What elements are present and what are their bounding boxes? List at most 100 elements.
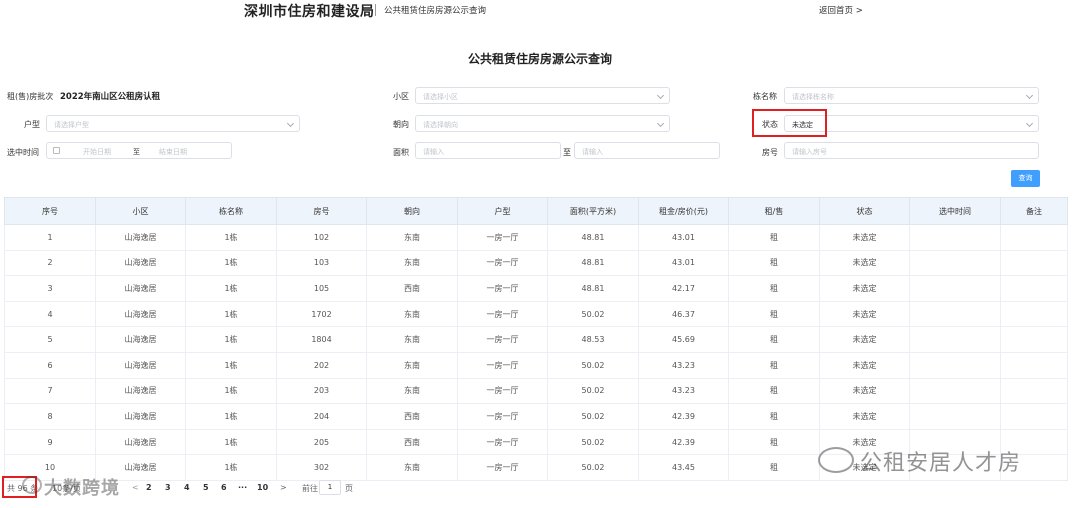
table-cell: 50.02 xyxy=(547,403,639,430)
area-min-input[interactable]: 请输入 xyxy=(415,142,561,159)
area-max-input[interactable]: 请输入 xyxy=(574,142,720,159)
unit-type-select[interactable]: 请选择户型 xyxy=(46,115,300,132)
col-header: 朝向 xyxy=(366,197,458,225)
goto-page-input[interactable]: 1 xyxy=(319,480,341,495)
table-cell: 9 xyxy=(4,428,96,456)
table-cell: 50.02 xyxy=(547,351,639,379)
table-cell: 未选定 xyxy=(819,403,910,430)
community-label: 小区 xyxy=(393,92,409,101)
chevron-down-icon xyxy=(656,119,665,128)
table-cell: 一房一厅 xyxy=(457,454,548,481)
table-header-row: 序号 小区 栋名称 房号 朝向 户型 面积(平方米) 租金/房价(元) 租/售 … xyxy=(4,197,1068,225)
table-row: 8 山海逸居 1栋 204 西南 一房一厅 50.02 42.39 租未选定 xyxy=(4,403,1068,430)
table-row: 7 山海逸居 1栋 203 东南 一房一厅 50.02 43.23 租未选定 xyxy=(4,377,1068,405)
table-cell: 东南 xyxy=(366,326,458,353)
table-cell: 1栋 xyxy=(185,454,277,481)
end-date-input[interactable]: 结束日期 xyxy=(159,147,187,157)
table-cell xyxy=(909,275,1001,302)
table-cell xyxy=(909,249,1001,277)
prev-page-button[interactable]: < xyxy=(132,483,139,492)
table-cell: 租 xyxy=(728,403,820,430)
table-cell: 未选定 xyxy=(819,377,910,405)
table-cell: 东南 xyxy=(366,377,458,405)
building-select[interactable]: 请选择栋名称 xyxy=(784,87,1039,104)
table-cell: 205 xyxy=(276,428,367,456)
col-header: 状态 xyxy=(819,197,910,225)
page-button[interactable]: 3 xyxy=(165,483,171,492)
table-cell: 一房一厅 xyxy=(457,377,548,405)
chevron-down-icon xyxy=(656,91,665,100)
table-cell: 202 xyxy=(276,351,367,379)
table-cell: 48.81 xyxy=(547,224,639,251)
start-date-input[interactable]: 开始日期 xyxy=(83,147,111,157)
table-cell: 2 xyxy=(4,249,96,277)
page-button[interactable]: 6 xyxy=(221,483,227,492)
query-button[interactable]: 查询 xyxy=(1011,170,1040,187)
table-cell: 46.37 xyxy=(638,300,729,328)
table-cell: 48.81 xyxy=(547,275,639,302)
page-button[interactable]: 5 xyxy=(203,483,209,492)
area-min-placeholder: 请输入 xyxy=(423,148,444,156)
table-cell: 43.01 xyxy=(638,249,729,277)
col-header: 选中时间 xyxy=(909,197,1001,225)
status-highlight-box xyxy=(752,109,827,137)
table-cell: 1栋 xyxy=(185,351,277,379)
table-cell: 租 xyxy=(728,275,820,302)
table-cell: 7 xyxy=(4,377,96,405)
table-cell: 42.39 xyxy=(638,428,729,456)
col-header: 房号 xyxy=(276,197,367,225)
table-cell: 50.02 xyxy=(547,300,639,328)
building-placeholder: 请选择栋名称 xyxy=(792,93,834,101)
back-home-link[interactable]: 返回首页 > xyxy=(819,4,863,16)
table-cell: 山海逸居 xyxy=(95,275,186,302)
table-cell: 山海逸居 xyxy=(95,326,186,353)
table-cell: 山海逸居 xyxy=(95,377,186,405)
col-header: 户型 xyxy=(457,197,548,225)
table-cell: 山海逸居 xyxy=(95,428,186,456)
unit-type-label: 户型 xyxy=(24,120,40,129)
table-cell xyxy=(909,326,1001,353)
date-range-picker[interactable]: 开始日期 至 结束日期 xyxy=(46,142,232,159)
room-input[interactable]: 请输入房号 xyxy=(784,142,1039,159)
table-cell: 租 xyxy=(728,377,820,405)
table-cell: 48.81 xyxy=(547,249,639,277)
table-cell: 租 xyxy=(728,454,820,481)
batch-value: 2022年南山区公租房认租 xyxy=(60,92,161,102)
table-cell: 1栋 xyxy=(185,403,277,430)
unit-type-placeholder: 请选择户型 xyxy=(54,121,89,129)
table-cell: 租 xyxy=(728,428,820,456)
site-title: 深圳市住房和建设局 xyxy=(244,4,375,20)
page-button[interactable]: 10 xyxy=(257,483,268,492)
page-ellipsis[interactable]: ··· xyxy=(238,483,247,492)
room-label: 房号 xyxy=(762,148,778,157)
table-cell: 1 xyxy=(4,224,96,251)
table-cell: 103 xyxy=(276,249,367,277)
table-cell: 山海逸居 xyxy=(95,351,186,379)
page-button[interactable]: 4 xyxy=(184,483,190,492)
table-cell: 48.53 xyxy=(547,326,639,353)
table-cell: 租 xyxy=(728,351,820,379)
watermark-logo-icon xyxy=(22,476,42,494)
building-label: 栋名称 xyxy=(753,92,777,101)
table-cell: 一房一厅 xyxy=(457,403,548,430)
table-row: 1 山海逸居 1栋 102 东南 一房一厅 48.81 43.01 租未选定 xyxy=(4,224,1068,251)
table-cell: 西南 xyxy=(366,428,458,456)
table-cell: 一房一厅 xyxy=(457,326,548,353)
table-cell: 东南 xyxy=(366,454,458,481)
orientation-placeholder: 请选择朝向 xyxy=(423,121,458,129)
page-button[interactable]: 2 xyxy=(146,483,152,492)
table-cell: 东南 xyxy=(366,300,458,328)
table-cell: 东南 xyxy=(366,351,458,379)
table-cell: 租 xyxy=(728,300,820,328)
next-page-button[interactable]: > xyxy=(280,483,287,492)
table-cell: 1栋 xyxy=(185,428,277,456)
table-cell: 一房一厅 xyxy=(457,428,548,456)
community-select[interactable]: 请选择小区 xyxy=(415,87,670,104)
table-cell: 西南 xyxy=(366,403,458,430)
table-cell: 6 xyxy=(4,351,96,379)
table-cell: 1栋 xyxy=(185,326,277,353)
area-label: 面积 xyxy=(393,148,409,157)
table-cell xyxy=(1000,275,1068,302)
orientation-select[interactable]: 请选择朝向 xyxy=(415,115,670,132)
table-cell: 东南 xyxy=(366,224,458,251)
